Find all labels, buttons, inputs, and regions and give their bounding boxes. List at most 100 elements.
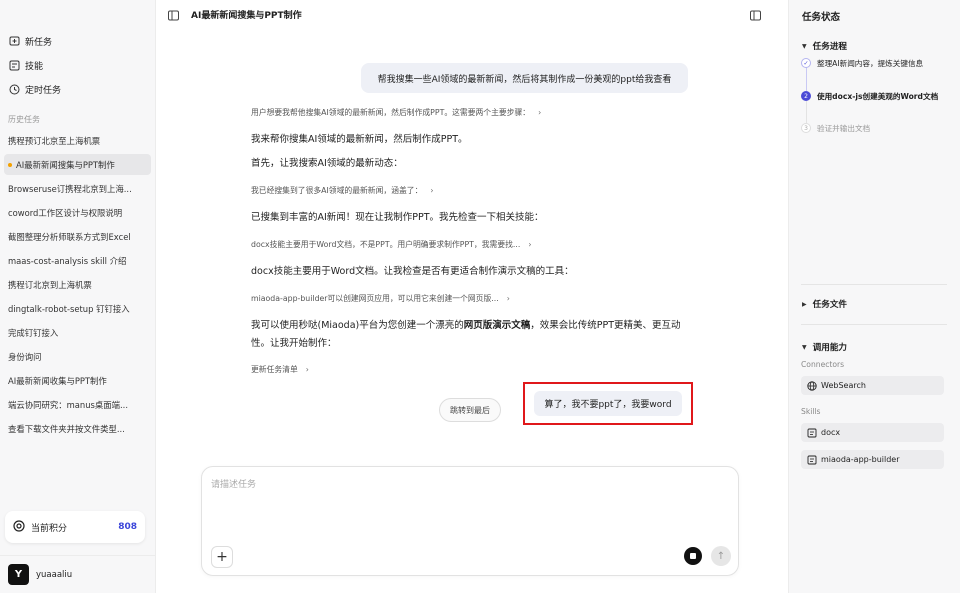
skill-chip[interactable]: docx — [801, 423, 944, 442]
history-item[interactable]: 携程预订北京至上海机票 — [4, 130, 151, 151]
section-title: 调用能力 — [812, 343, 848, 353]
assistant-message: 我来帮你搜集AI领域的最新新闻，然后制作成PPT。 — [251, 134, 468, 145]
triangle-right-icon: ▶ — [802, 300, 807, 308]
stop-button[interactable] — [684, 547, 702, 565]
message-text: 我可以使用秒哒(Miaoda)平台为您创建一个漂亮的 — [251, 320, 464, 331]
history-item[interactable]: 截图整理分析师联系方式到Excel — [4, 226, 151, 247]
points-icon — [13, 519, 25, 535]
add-attachment-button[interactable]: + — [211, 546, 233, 568]
user-message-bubble: 帮我搜集一些AI领域的最新新闻，然后将其制作成一份美观的ppt给我查看 — [361, 63, 688, 93]
history-item[interactable]: 携程订北京到上海机票 — [4, 274, 151, 295]
task-label: 整理AI新闻内容，提炼关键信息 — [817, 59, 924, 68]
history-item[interactable]: dingtalk-robot-setup 钉钉接入 — [4, 298, 151, 319]
divider — [801, 324, 947, 325]
task-item: 整理AI新闻内容，提炼关键信息 — [817, 58, 923, 69]
chevron-right-icon: › — [506, 294, 510, 303]
thinking-step[interactable]: 更新任务清单 › — [251, 364, 309, 375]
chevron-right-icon: › — [305, 365, 309, 374]
history-item-label: 完成钉钉接入 — [8, 327, 59, 338]
points-value: 808 — [118, 522, 137, 532]
history-item[interactable]: 查看下载文件夹并按文件类型... — [4, 418, 151, 439]
history-item-active[interactable]: AI最新新闻搜集与PPT制作 — [4, 154, 151, 175]
user-message-bubble: 算了，我不要ppt了，我要word — [534, 391, 682, 416]
chevron-right-icon: › — [430, 186, 434, 195]
plus-icon: + — [216, 549, 228, 565]
nav-scheduled-tasks-label: 定时任务 — [25, 85, 62, 96]
new-task-icon — [8, 35, 20, 47]
section-title: 任务文件 — [812, 300, 848, 310]
composer: 请描述任务 + ↑ — [201, 466, 739, 576]
history-item[interactable]: 身份询问 — [4, 346, 151, 367]
history-item[interactable]: 端云协同研究：manus桌面端... — [4, 394, 151, 415]
message-bold-text: 网页版演示文稿 — [463, 320, 531, 331]
connector-chip[interactable]: WebSearch — [801, 376, 944, 395]
history-item-label: dingtalk-robot-setup 钉钉接入 — [8, 303, 130, 314]
nav-skills-label: 技能 — [25, 61, 44, 72]
points-card[interactable]: 当前积分 808 — [5, 511, 145, 543]
thinking-step-text: 用户想要我帮他搜集AI领域的最新新闻，然后制作成PPT。这需要两个主要步骤： — [251, 108, 531, 117]
check-icon: ✓ — [801, 58, 811, 68]
task-number-badge: 3 — [801, 123, 811, 133]
history-item[interactable]: AI最新新闻收集与PPT制作 — [4, 370, 151, 391]
toggle-sidebar-icon[interactable] — [165, 7, 181, 23]
history-item-label: 身份询问 — [8, 351, 42, 362]
triangle-down-icon: ▼ — [802, 42, 807, 50]
assistant-message: 首先，让我搜索AI领域的最新动态： — [251, 158, 403, 169]
progress-line — [805, 101, 807, 123]
progress-section-toggle[interactable]: ▼ 任务进程 — [802, 40, 847, 52]
task-input[interactable]: 请描述任务 — [211, 477, 256, 490]
sidebar: 新任务 技能 定时任务 历史任务 携程预订北京至上海机票 AI最新新闻搜集与PP… — [0, 0, 156, 593]
stop-icon — [690, 553, 696, 559]
assistant-message: docx技能主要用于Word文档。让我检查是否有更适合制作演示文稿的工具： — [251, 266, 574, 277]
history-title: 历史任务 — [8, 115, 40, 124]
history-item-label: 查看下载文件夹并按文件类型... — [8, 423, 125, 434]
history-item[interactable]: 完成钉钉接入 — [4, 322, 151, 343]
task-number-badge: 2 — [801, 91, 811, 101]
connectors-label: Connectors — [801, 360, 845, 369]
chevron-right-icon: › — [538, 108, 542, 117]
send-button[interactable]: ↑ — [711, 546, 731, 566]
history-item-label: maas-cost-analysis skill 介绍 — [8, 255, 127, 266]
panel-title: 任务状态 — [802, 12, 841, 23]
arrow-up-icon: ↑ — [716, 550, 726, 562]
history-item[interactable]: Browseruse订携程北京到上海... — [4, 178, 151, 199]
task-label: 验证并输出文档 — [817, 124, 871, 133]
assistant-message: 我可以使用秒哒(Miaoda)平台为您创建一个漂亮的网页版演示文稿，效果会比传统… — [251, 317, 691, 353]
capability-section-toggle[interactable]: ▼ 调用能力 — [802, 341, 847, 353]
history-item-label: 截图整理分析师联系方式到Excel — [8, 231, 131, 242]
nav-scheduled-tasks[interactable]: 定时任务 — [8, 79, 61, 99]
nav-skills[interactable]: 技能 — [8, 55, 43, 75]
history-item-label: 携程预订北京至上海机票 — [8, 135, 101, 146]
highlighted-user-message: 算了，我不要ppt了，我要word — [523, 382, 693, 425]
skills-icon — [8, 59, 20, 71]
history-item[interactable]: maas-cost-analysis skill 介绍 — [4, 250, 151, 271]
user-message-text: 算了，我不要ppt了，我要word — [544, 400, 672, 410]
nav-new-task[interactable]: 新任务 — [8, 31, 52, 51]
topbar: AI最新新闻搜集与PPT制作 — [156, 0, 788, 30]
skills-label: Skills — [801, 407, 821, 416]
skill-chip[interactable]: miaoda-app-builder — [801, 450, 944, 469]
username: yuaaaliu — [36, 569, 73, 580]
assistant-message: 已搜集到丰富的AI新闻！现在让我制作PPT。我先检查一下相关技能： — [251, 212, 544, 223]
divider — [801, 284, 947, 285]
thinking-step-text: miaoda-app-builder可以创建网页应用，可以用它来创建一个网页版.… — [251, 294, 499, 303]
user-message-text: 帮我搜集一些AI领域的最新新闻，然后将其制作成一份美观的ppt给我查看 — [377, 74, 672, 85]
thinking-step[interactable]: 我已经搜集到了很多AI领域的最新新闻，涵盖了： › — [251, 185, 434, 196]
section-title: 任务进程 — [812, 42, 848, 52]
user-profile[interactable]: Y yuaaaliu — [0, 555, 156, 593]
nav-new-task-label: 新任务 — [25, 37, 53, 48]
files-section-toggle[interactable]: ▶ 任务文件 — [802, 298, 847, 310]
toggle-panel-icon[interactable] — [747, 7, 763, 23]
chip-label: miaoda-app-builder — [821, 455, 900, 464]
thinking-step[interactable]: miaoda-app-builder可以创建网页应用，可以用它来创建一个网页版.… — [251, 293, 510, 304]
progress-line — [805, 67, 807, 91]
thinking-step[interactable]: docx技能主要用于Word文档，不是PPT。用户明确要求制作PPT，我需要找.… — [251, 239, 531, 250]
skill-icon — [807, 428, 817, 438]
history-item[interactable]: coword工作区设计与权限说明 — [4, 202, 151, 223]
task-label: 使用docx-js创建美观的Word文档 — [817, 92, 939, 101]
history-item-label: AI最新新闻收集与PPT制作 — [8, 375, 107, 386]
thinking-step[interactable]: 用户想要我帮他搜集AI领域的最新新闻，然后制作成PPT。这需要两个主要步骤： › — [251, 107, 541, 118]
history-item-label: 端云协同研究：manus桌面端... — [8, 399, 129, 410]
jump-to-end-button[interactable]: 跳转到最后 — [439, 398, 501, 422]
thinking-step-text: 我已经搜集到了很多AI领域的最新新闻，涵盖了： — [251, 186, 423, 195]
